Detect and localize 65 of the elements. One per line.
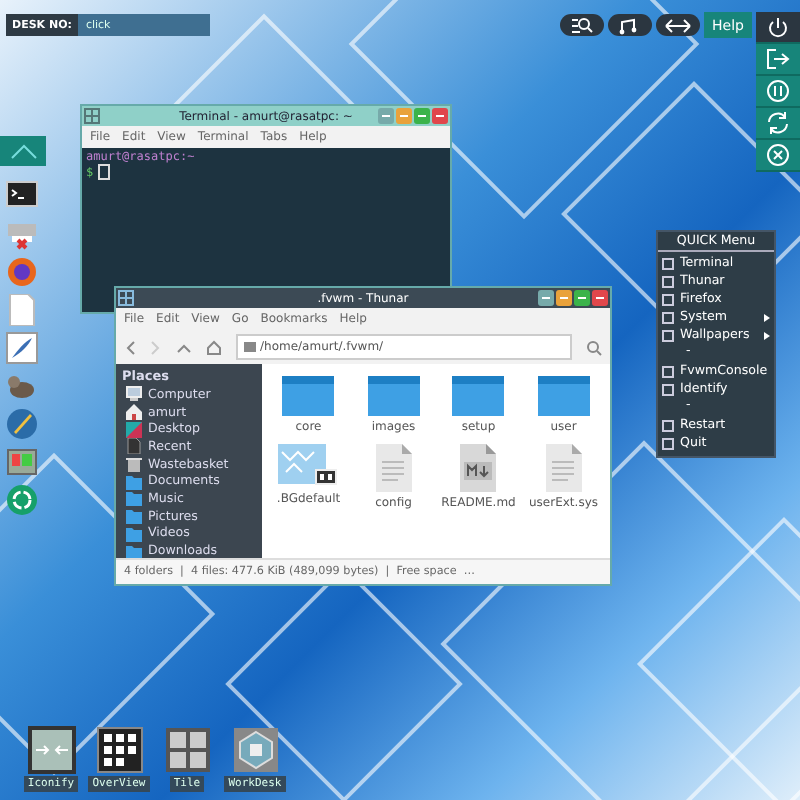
folder-icon[interactable] bbox=[537, 372, 590, 416]
search-button[interactable] bbox=[560, 14, 604, 36]
folder-icon[interactable] bbox=[282, 372, 335, 416]
refresh-icon bbox=[764, 110, 792, 136]
pause-icon bbox=[764, 78, 792, 104]
submenu-arrow-icon bbox=[764, 313, 770, 321]
search-icon bbox=[568, 15, 596, 35]
horizontal-arrows-icon bbox=[664, 15, 692, 35]
exit-button[interactable] bbox=[756, 44, 800, 76]
window-icon[interactable] bbox=[118, 290, 134, 306]
house-icon bbox=[126, 404, 142, 421]
refresh-button[interactable] bbox=[756, 108, 800, 140]
folder-icon[interactable] bbox=[367, 372, 420, 416]
minimize-button[interactable] bbox=[396, 108, 412, 124]
text-cursor bbox=[97, 164, 110, 180]
image-file-icon[interactable] bbox=[278, 444, 339, 488]
power-button[interactable] bbox=[756, 12, 800, 44]
file-manager-window[interactable] bbox=[114, 286, 612, 586]
grid-icon[interactable] bbox=[95, 726, 143, 774]
square-icon bbox=[662, 293, 674, 305]
arrows-icon[interactable] bbox=[27, 726, 75, 774]
exit-icon bbox=[764, 46, 792, 72]
square-icon bbox=[662, 437, 674, 449]
power-icon bbox=[764, 14, 792, 40]
trash-icon bbox=[126, 456, 142, 473]
minimize-button[interactable] bbox=[556, 290, 572, 306]
text-file-icon[interactable] bbox=[545, 444, 582, 492]
recycle-icon[interactable] bbox=[6, 484, 38, 516]
square-icon bbox=[662, 329, 674, 341]
computer-icon bbox=[126, 386, 142, 403]
animal-icon[interactable] bbox=[6, 370, 38, 402]
home-icon[interactable] bbox=[206, 339, 222, 355]
maximize-button[interactable] bbox=[414, 108, 430, 124]
music-note-button[interactable] bbox=[608, 14, 652, 36]
terminal-icon[interactable] bbox=[6, 180, 38, 212]
document-icon bbox=[126, 438, 142, 455]
folder-icon bbox=[244, 342, 256, 352]
folder-icon[interactable] bbox=[452, 372, 505, 416]
search-icon[interactable] bbox=[586, 339, 602, 355]
maximize-button[interactable] bbox=[574, 290, 590, 306]
close-button[interactable] bbox=[592, 290, 608, 306]
square-icon bbox=[662, 365, 674, 377]
close-button[interactable] bbox=[756, 140, 800, 172]
desktop-icon bbox=[126, 421, 142, 438]
square-icon bbox=[662, 419, 674, 431]
square-icon bbox=[662, 311, 674, 323]
window-icon[interactable] bbox=[84, 108, 100, 124]
square-icon bbox=[662, 383, 674, 395]
close-icon bbox=[764, 142, 792, 168]
feather-pen-icon[interactable] bbox=[6, 332, 38, 364]
tiles-icon[interactable] bbox=[163, 726, 211, 774]
frame-icon[interactable] bbox=[231, 726, 279, 774]
close-button[interactable] bbox=[432, 108, 448, 124]
markdown-file-icon[interactable] bbox=[460, 444, 497, 492]
square-icon bbox=[662, 257, 674, 269]
dock-collapse-button[interactable] bbox=[0, 136, 46, 166]
submenu-arrow-icon bbox=[764, 331, 770, 339]
disk-utility-icon[interactable] bbox=[6, 446, 38, 478]
pen-icon[interactable] bbox=[6, 408, 38, 440]
text-file-icon[interactable] bbox=[375, 444, 412, 492]
square-icon bbox=[662, 275, 674, 287]
pause-button[interactable] bbox=[756, 76, 800, 108]
horizontal-arrows-button[interactable] bbox=[656, 14, 700, 36]
window-menu-button[interactable] bbox=[378, 108, 394, 124]
window-menu-button[interactable] bbox=[538, 290, 554, 306]
